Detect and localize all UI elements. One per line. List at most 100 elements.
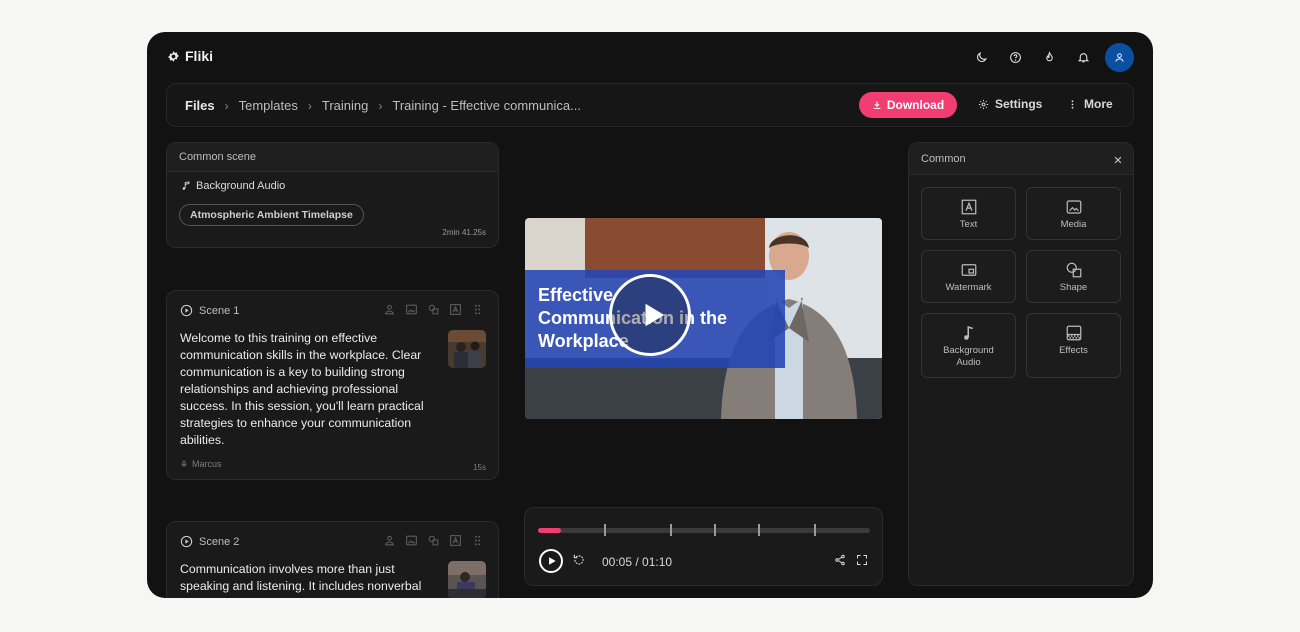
play-icon <box>549 557 556 565</box>
settings-button[interactable]: Settings <box>978 97 1042 111</box>
text-icon[interactable] <box>449 303 462 316</box>
watermark-tile[interactable]: Watermark <box>921 250 1016 303</box>
user-icon <box>1115 53 1124 62</box>
fliki-logo-icon <box>167 50 180 62</box>
scene-voice[interactable]: Marcus <box>180 459 222 469</box>
bell-icon[interactable] <box>1066 44 1100 72</box>
background-audio-label: Background Audio <box>196 180 286 192</box>
breadcrumb-templates[interactable]: Templates <box>239 98 298 113</box>
avatar-icon[interactable] <box>383 534 396 547</box>
moon-icon[interactable] <box>964 44 998 72</box>
breadcrumb-training[interactable]: Training <box>322 98 368 113</box>
replay-button[interactable] <box>572 553 586 572</box>
chevron-right-icon: › <box>378 98 383 113</box>
scene-duration: 15s <box>473 463 486 472</box>
shapes-icon[interactable] <box>427 534 440 547</box>
breadcrumb: Files › Templates › Training › Training … <box>185 98 581 113</box>
chevron-right-icon: › <box>224 98 229 113</box>
audio-track-chip[interactable]: Atmospheric Ambient Timelapse <box>179 204 364 226</box>
progress-fill <box>538 528 562 533</box>
more-button[interactable]: More <box>1067 97 1113 111</box>
app-window: Fliki Files › Templates › Training › Tra… <box>147 32 1153 598</box>
settings-label: Settings <box>995 97 1043 111</box>
image-icon[interactable] <box>405 534 418 547</box>
play-circle-icon[interactable] <box>180 535 193 548</box>
image-icon <box>1066 200 1081 214</box>
text-icon[interactable] <box>449 534 462 547</box>
player-play-button[interactable] <box>539 549 563 573</box>
replay-icon <box>573 554 584 565</box>
share-button[interactable] <box>834 553 846 571</box>
voice-name: Marcus <box>192 459 222 469</box>
common-panel-header: Common <box>909 143 1133 175</box>
share-icon <box>835 554 845 566</box>
play-circle-icon[interactable] <box>180 304 193 317</box>
common-scene-header: Common scene <box>167 143 498 172</box>
background-audio-tile-label: Background Audio <box>943 345 994 368</box>
scene-script[interactable]: Communication involves more than just sp… <box>180 561 438 595</box>
scene-marker[interactable] <box>670 524 672 536</box>
scene-script[interactable]: Welcome to this training on effective co… <box>180 330 438 449</box>
scene-card[interactable]: Scene 2 Communication involves more than… <box>166 521 499 598</box>
download-icon <box>873 101 881 109</box>
play-button[interactable] <box>609 274 691 356</box>
scene-header: Scene 2 <box>180 535 239 548</box>
scene-tools <box>383 303 484 316</box>
help-icon[interactable] <box>998 44 1032 72</box>
player-controls: 00:05 / 01:10 <box>524 507 883 586</box>
scene-marker[interactable] <box>604 524 606 536</box>
image-icon[interactable] <box>405 303 418 316</box>
scene-card[interactable]: Scene 1 Welcome to this training on effe… <box>166 290 499 480</box>
scene-marker[interactable] <box>758 524 760 536</box>
background-audio-row[interactable]: Background Audio <box>181 180 285 192</box>
background-audio-tile[interactable]: Background Audio <box>921 313 1016 378</box>
common-scene-panel[interactable]: Common scene Background Audio Atmospheri… <box>166 142 499 248</box>
shape-tile[interactable]: Shape <box>1026 250 1121 303</box>
scene-title: Scene 1 <box>199 304 240 317</box>
watermark-icon <box>961 264 976 276</box>
scene-title: Scene 2 <box>199 535 240 548</box>
drag-handle-icon[interactable] <box>471 303 484 316</box>
text-tile-label: Text <box>959 219 978 230</box>
music-note-icon <box>182 181 190 190</box>
user-avatar[interactable] <box>1105 43 1134 72</box>
close-button[interactable] <box>1113 152 1123 170</box>
common-scene-duration: 2min 41.25s <box>442 228 486 237</box>
chevron-right-icon: › <box>307 98 312 113</box>
media-tile[interactable]: Media <box>1026 187 1121 240</box>
time-readout: 00:05 / 01:10 <box>602 555 673 569</box>
microphone-icon <box>181 460 187 467</box>
fullscreen-icon <box>857 555 867 565</box>
effects-icon <box>1066 325 1081 341</box>
effects-tile-label: Effects <box>1059 345 1088 356</box>
common-elements-panel: Common Text Media Watermark Shape Backgr… <box>908 142 1134 586</box>
scene-thumbnail[interactable] <box>448 330 486 368</box>
close-icon <box>1114 156 1122 164</box>
drag-handle-icon[interactable] <box>471 534 484 547</box>
app-name: Fliki <box>185 48 214 64</box>
more-vertical-icon <box>1071 99 1074 109</box>
breadcrumb-current[interactable]: Training - Effective communica... <box>392 98 581 113</box>
video-preview[interactable]: Effective Communication in the Workplace <box>525 218 882 419</box>
fullscreen-button[interactable] <box>856 553 868 571</box>
scene-marker[interactable] <box>814 524 816 536</box>
media-tile-label: Media <box>1060 219 1087 230</box>
text-tile[interactable]: Text <box>921 187 1016 240</box>
effects-tile[interactable]: Effects <box>1026 313 1121 378</box>
logo[interactable]: Fliki <box>167 48 213 64</box>
top-bar: Fliki <box>147 32 1153 82</box>
play-icon <box>645 303 664 327</box>
download-button[interactable]: Download <box>859 92 957 118</box>
fire-icon[interactable] <box>1032 44 1066 72</box>
scene-tools <box>383 534 484 547</box>
avatar-icon[interactable] <box>383 303 396 316</box>
scene-header: Scene 1 <box>180 304 239 317</box>
breadcrumb-files[interactable]: Files <box>185 98 215 113</box>
gear-icon <box>978 99 989 109</box>
scene-marker[interactable] <box>714 524 716 536</box>
shapes-icon[interactable] <box>427 303 440 316</box>
shapes-icon <box>1066 262 1081 278</box>
progress-track[interactable] <box>538 524 870 536</box>
more-label: More <box>1084 97 1113 111</box>
scene-thumbnail[interactable] <box>448 561 486 598</box>
